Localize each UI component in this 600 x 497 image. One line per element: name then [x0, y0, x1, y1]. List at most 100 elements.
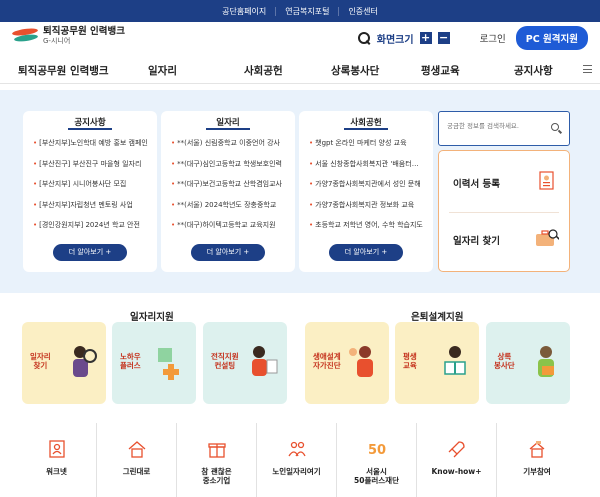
tile-knowhow-plus[interactable]: 노하우 플러스	[112, 322, 196, 404]
briefcase-icon	[536, 229, 559, 246]
hamburger-menu-icon[interactable]	[583, 65, 592, 73]
list-item[interactable]: **(대구)심인고등학교 학생보호인력	[171, 159, 287, 180]
list-item[interactable]: **(서울) 2024학년도 장충중학교	[171, 200, 287, 221]
nav-item-notice[interactable]: 공지사항	[514, 63, 553, 78]
jobs-card: 일자리 **(서울) 신림중학교 이중언어 강사 **(대구)심인고등학교 학생…	[161, 111, 295, 272]
site-logo[interactable]: 퇴직공무원 인력뱅크 G-시니어	[11, 26, 125, 46]
pc-remote-support-button[interactable]: PC 원격지원	[515, 26, 588, 50]
consultant-icon	[252, 346, 278, 376]
header: 퇴직공무원 인력뱅크 G-시니어 화면크기 + − 로그인 PC 원격지원	[0, 22, 600, 52]
link-label: 참 괜찮은 중소기업	[201, 467, 232, 485]
card-title: 일자리	[161, 116, 295, 130]
link-senior-jobs[interactable]: 노인일자리여기	[257, 423, 337, 497]
hero-section: 공지사항 [부산지부]노인학대 예방 홍보 캠페인 [부산진구] 부산진구 마을…	[0, 90, 600, 293]
magnifier-person-icon	[73, 346, 97, 377]
plus-blocks-icon	[158, 348, 179, 380]
link-good-sme[interactable]: 참 괜찮은 중소기업	[177, 423, 257, 497]
list-item[interactable]: 가양7종합사회복지관에서 성인 문해	[309, 179, 425, 200]
reading-person-icon	[444, 346, 466, 375]
more-button[interactable]: 더 알아보기 +	[329, 244, 403, 261]
job-support-title: 일자리지원	[130, 312, 174, 323]
self-check-icon	[349, 346, 373, 377]
list-item[interactable]: 가양7종합사회복지관 정보화 교육	[309, 200, 425, 221]
id-card-icon	[48, 440, 65, 458]
tile-label: 평생 교육	[403, 352, 417, 370]
list-item[interactable]: [부산지부] 시니어봉사단 모집	[33, 179, 149, 200]
link-label: Know-how+	[431, 467, 482, 476]
list-item[interactable]: **(대구)하이텍고등학교 교육지원	[171, 220, 287, 241]
search-icon[interactable]	[551, 123, 563, 135]
logo-mark-icon	[11, 27, 39, 45]
list-item[interactable]: 서울 신창종합사회복지관 '배움터지킴이'	[309, 159, 425, 180]
link-label: 그린대로	[122, 467, 151, 476]
card-title: 사회공헌	[299, 116, 433, 130]
svg-text:50: 50	[368, 443, 386, 458]
quick-links: 이력서 등록 일자리 찾기	[438, 150, 570, 272]
rocket-icon	[448, 441, 465, 458]
tile-label: 생애설계 자가진단	[313, 352, 341, 370]
link-label: 노인일자리여기	[272, 467, 321, 476]
tile-sangnok-volunteer[interactable]: 상록 봉사단	[486, 322, 570, 404]
list-item[interactable]: [경인강원지부] 2024년 학교 안전	[33, 220, 149, 241]
link-worknet[interactable]: 워크넷	[17, 423, 97, 497]
social-card: 사회공헌 챗gpt 온라인 마케터 양성 교육 서울 신창종합사회복지관 '배움…	[299, 111, 433, 272]
tile-label: 전직지원 컨설팅	[211, 352, 239, 370]
fifty-plus-logo-icon: 50	[368, 443, 386, 458]
link-seoul-50plus[interactable]: 50 서울시 50플러스재단	[337, 423, 417, 497]
more-button[interactable]: 더 알아보기 +	[53, 244, 127, 261]
tile-career-consulting[interactable]: 전직지원 컨설팅	[203, 322, 287, 404]
tile-find-job[interactable]: 일자리 찾기	[22, 322, 106, 404]
people-icon	[287, 441, 306, 457]
top-utility-bar: 공단홈페이지 연금복지포털 인증센터	[0, 0, 600, 22]
house-icon	[128, 441, 145, 458]
nav-item-inryeokbank[interactable]: 퇴직공무원 인력뱅크	[18, 63, 109, 78]
volunteer-icon	[538, 346, 554, 377]
search-input[interactable]	[447, 122, 547, 130]
resume-icon	[539, 171, 554, 190]
gift-box-icon	[207, 443, 226, 458]
link-nps-homepage[interactable]: 공단홈페이지	[213, 6, 277, 16]
list-item[interactable]: **(서울) 신림중학교 이중언어 강사	[171, 138, 287, 159]
link-knowhow-plus[interactable]: Know-how+	[417, 423, 497, 497]
link-label: 기부참여	[523, 467, 551, 476]
tile-label: 노하우 플러스	[120, 352, 141, 370]
list-item[interactable]: [부산지부]자립청년 멘토링 사업	[33, 200, 149, 221]
link-greendaero[interactable]: 그린대로	[97, 423, 177, 497]
external-links: 워크넷 그린대로 참 괜찮은 중소기업 노인일자리여기 50 서울시 50플러스…	[0, 423, 600, 497]
find-job-link[interactable]: 일자리 찾기	[453, 233, 500, 247]
font-size-label: 화면크기	[376, 34, 414, 46]
link-pension-portal[interactable]: 연금복지포털	[276, 6, 340, 16]
nav-item-sangnok[interactable]: 상록봉사단	[331, 63, 379, 78]
tile-label: 일자리 찾기	[30, 352, 51, 370]
logo-subtitle: G-시니어	[43, 37, 71, 45]
link-label: 워크넷	[46, 467, 67, 476]
login-link[interactable]: 로그인	[480, 31, 506, 45]
list-item[interactable]: **(대구)보건고등학교 산학겸임교사	[171, 179, 287, 200]
header-tools: 화면크기 + − 로그인 PC 원격지원	[357, 26, 588, 50]
link-donation[interactable]: 기부참여	[497, 423, 577, 497]
list-item[interactable]: 챗gpt 온라인 마케터 양성 교육	[309, 138, 425, 159]
tile-lifelong-education[interactable]: 평생 교육	[395, 322, 479, 404]
tile-life-design-check[interactable]: 생애설계 자가진단	[305, 322, 389, 404]
search-icon[interactable]	[357, 31, 371, 45]
resume-register-link[interactable]: 이력서 등록	[453, 176, 500, 190]
search-box	[438, 111, 570, 146]
link-auth-center[interactable]: 인증센터	[339, 7, 386, 16]
logo-title: 퇴직공무원 인력뱅크	[43, 26, 125, 37]
donation-house-icon	[529, 441, 545, 458]
list-item[interactable]: [부산진구] 부산진구 마을형 일자리	[33, 159, 149, 180]
nav-item-social-contribution[interactable]: 사회공헌	[244, 63, 283, 78]
notice-card: 공지사항 [부산지부]노인학대 예방 홍보 캠페인 [부산진구] 부산진구 마을…	[23, 111, 157, 272]
font-decrease-button[interactable]: −	[437, 32, 450, 44]
nav-item-education[interactable]: 평생교육	[421, 63, 460, 78]
list-item[interactable]: [부산지부]노인학대 예방 홍보 캠페인	[33, 138, 149, 159]
retire-support-title: 은퇴설계지원	[411, 312, 464, 323]
link-label: 서울시 50플러스재단	[354, 467, 399, 485]
nav-item-jobs[interactable]: 일자리	[148, 63, 177, 78]
list-item[interactable]: 초등학교 저학년 영어, 수학 학습지도	[309, 220, 425, 241]
main-nav: 퇴직공무원 인력뱅크 일자리 사회공헌 상록봉사단 평생교육 공지사항	[0, 56, 600, 84]
card-title: 공지사항	[23, 116, 157, 130]
font-increase-button[interactable]: +	[419, 32, 432, 44]
tile-label: 상록 봉사단	[494, 352, 515, 370]
more-button[interactable]: 더 알아보기 +	[191, 244, 265, 261]
